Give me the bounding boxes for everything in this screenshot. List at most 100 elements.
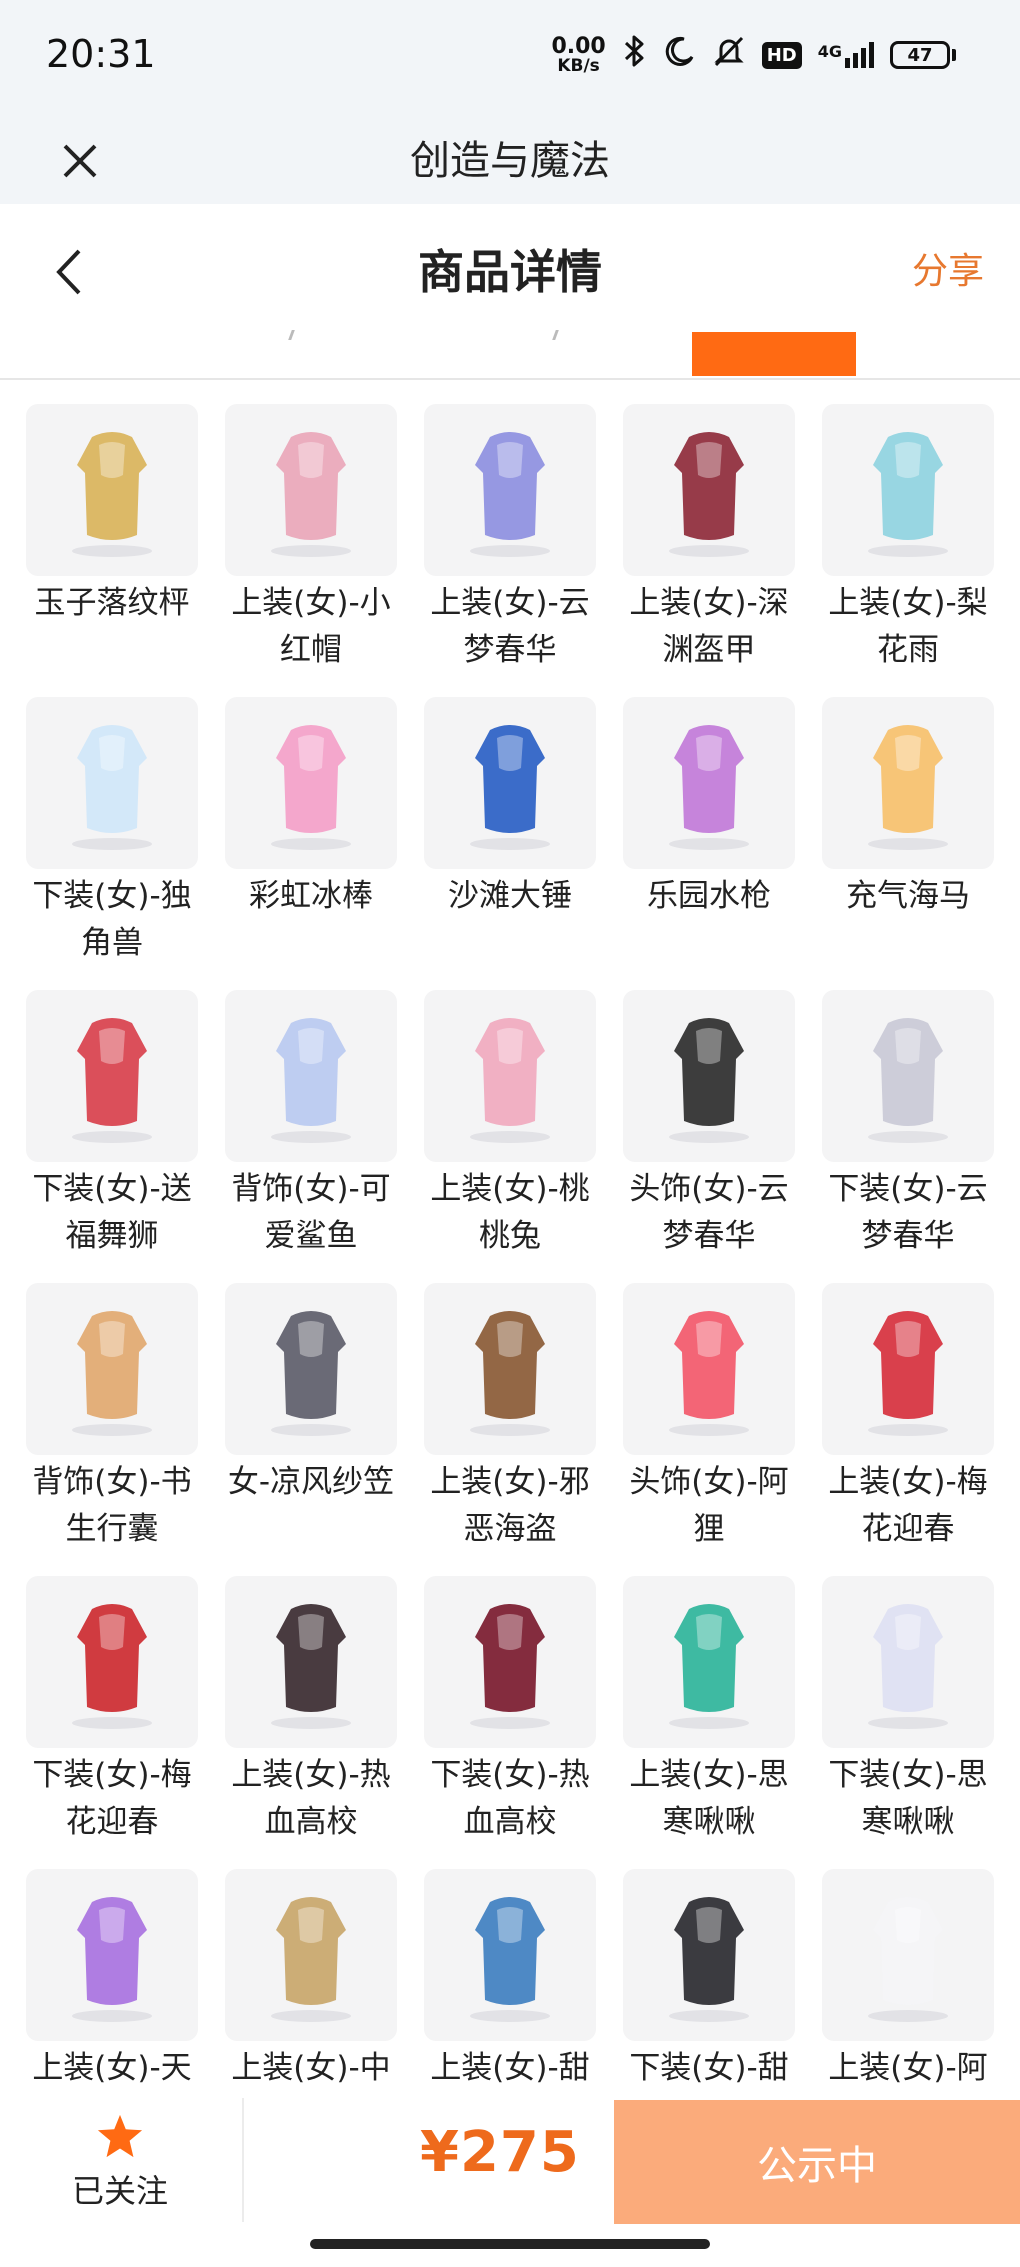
item-thumbnail [225,990,397,1162]
item-card[interactable]: 下装(女)-送福舞狮 [26,990,198,1283]
signal-icon: 4G [818,42,874,68]
back-button[interactable] [40,240,96,304]
item-card[interactable]: 玉子落纹枰 [26,404,198,697]
item-thumbnail [424,990,596,1162]
item-name: 上装(女)-甜 [430,2050,590,2086]
mini-program-title: 创造与魔法 [410,138,610,184]
item-thumbnail [26,697,198,869]
item-card[interactable]: 头饰(女)-阿狸 [623,1283,795,1576]
item-name: 上装(女)-桃桃兔 [430,1171,590,1254]
chevron-left-icon [56,249,81,295]
close-icon[interactable] [52,118,108,204]
item-card[interactable]: 沙滩大锤 [424,697,596,990]
status-icons: 0.00 KB/s HD 4G 47 [551,34,956,76]
item-thumbnail [623,1283,795,1455]
item-name: 彩虹冰棒 [249,878,373,914]
item-card[interactable]: 上装(女)-云梦春华 [424,404,596,697]
item-card[interactable]: 下装(女)-云梦春华 [822,990,994,1283]
item-card[interactable]: 上装(女)-热血高校 [225,1576,397,1869]
item-thumbnail [26,1283,198,1455]
hd-badge: HD [761,41,802,69]
status-time: 20:31 [46,32,156,76]
item-card[interactable]: 下装(女)-思寒啾啾 [822,1576,994,1869]
item-thumbnail [822,990,994,1162]
home-indicator [310,2239,710,2249]
item-name: 上装(女)-热血高校 [231,1757,391,1840]
item-card[interactable]: 上装(女)-深渊盔甲 [623,404,795,697]
item-card[interactable]: 头饰(女)-云梦春华 [623,990,795,1283]
network-speed: 0.00 KB/s [551,33,606,76]
price: ¥275 [420,2120,580,2185]
item-name: 上装(女)-中 [231,2050,391,2086]
item-name: 上装(女)-梅花迎春 [828,1464,988,1547]
tab-indicator[interactable] [692,332,856,376]
mute-icon [712,34,746,76]
item-thumbnail [26,1869,198,2041]
item-card[interactable]: 乐园水枪 [623,697,795,990]
item-name: 下装(女)-梅花迎春 [32,1757,192,1840]
item-name: 乐园水枪 [647,878,771,914]
item-card[interactable]: 上装(女)-邪恶海盗 [424,1283,596,1576]
item-thumbnail [424,697,596,869]
item-name: 上装(女)-梨花雨 [828,585,988,668]
item-thumbnail [623,404,795,576]
item-card[interactable]: 背饰(女)-可爱鲨鱼 [225,990,397,1283]
item-card[interactable]: 彩虹冰棒 [225,697,397,990]
item-card[interactable]: 背饰(女)-书生行囊 [26,1283,198,1576]
star-icon [97,2114,143,2158]
item-thumbnail [623,1576,795,1748]
item-card[interactable]: 上装(女)-梅花迎春 [822,1283,994,1576]
bottom-bar: 已关注 ¥275 公示中 [0,2098,1020,2224]
follow-label: 已关注 [71,2172,168,2210]
item-card[interactable]: 女-凉风纱笠 [225,1283,397,1576]
item-name: 头饰(女)-云梦春华 [629,1171,789,1254]
item-card[interactable]: 上装(女)-思寒啾啾 [623,1576,795,1869]
divider [242,2098,244,2222]
item-grid: 玉子落纹枰 上装(女)-小红帽 上装(女)-云梦春华 上装(女)-深渊盔甲 上装(女)-… [26,404,996,2162]
item-thumbnail [424,1869,596,2041]
share-button[interactable]: 分享 [912,240,984,304]
item-name: 上装(女)-思寒啾啾 [629,1757,789,1840]
item-thumbnail [822,1283,994,1455]
item-name: 沙滩大锤 [448,878,572,914]
item-card[interactable]: 上装(女)-小红帽 [225,404,397,697]
item-thumbnail [424,1576,596,1748]
item-thumbnail [822,1576,994,1748]
item-card[interactable]: 充气海马 [822,697,994,990]
item-name: 上装(女)-阿 [828,2050,988,2086]
item-thumbnail [225,1283,397,1455]
item-thumbnail [822,1869,994,2041]
item-name: 下装(女)-思寒啾啾 [828,1757,988,1840]
item-thumbnail [225,1869,397,2041]
item-card[interactable]: 下装(女)-热血高校 [424,1576,596,1869]
item-name: 女-凉风纱笠 [227,1464,395,1500]
item-name: 下装(女)-送福舞狮 [32,1171,192,1254]
status-bar: 20:31 0.00 KB/s HD 4G 47 [0,0,1020,118]
item-card[interactable]: 下装(女)-梅花迎春 [26,1576,198,1869]
item-card[interactable]: 上装(女)-桃桃兔 [424,990,596,1283]
item-name: 下装(女)-甜 [629,2050,789,2086]
item-card[interactable]: 下装(女)-独角兽 [26,697,198,990]
item-name: 下装(女)-云梦春华 [828,1171,988,1254]
item-thumbnail [26,404,198,576]
item-name: 头饰(女)-阿狸 [629,1464,789,1547]
status-button[interactable]: 公示中 [614,2100,1020,2224]
battery-icon: 47 [890,41,956,69]
item-thumbnail [623,1869,795,2041]
page-title: 商品详情 [418,245,602,299]
item-name: 上装(女)-云梦春华 [430,585,590,668]
follow-button[interactable]: 已关注 [40,2112,200,2212]
item-name: 充气海马 [846,878,970,914]
item-thumbnail [225,1576,397,1748]
item-thumbnail [26,1576,198,1748]
item-thumbnail [623,697,795,869]
item-card[interactable]: 上装(女)-梨花雨 [822,404,994,697]
item-name: 玉子落纹枰 [34,585,190,621]
item-name: 上装(女)-天 [32,2050,192,2086]
item-name: 下装(女)-独角兽 [32,878,192,961]
item-thumbnail [225,404,397,576]
item-thumbnail [225,697,397,869]
item-name: 上装(女)-小红帽 [231,585,391,668]
divider [0,378,1020,380]
item-thumbnail [822,404,994,576]
